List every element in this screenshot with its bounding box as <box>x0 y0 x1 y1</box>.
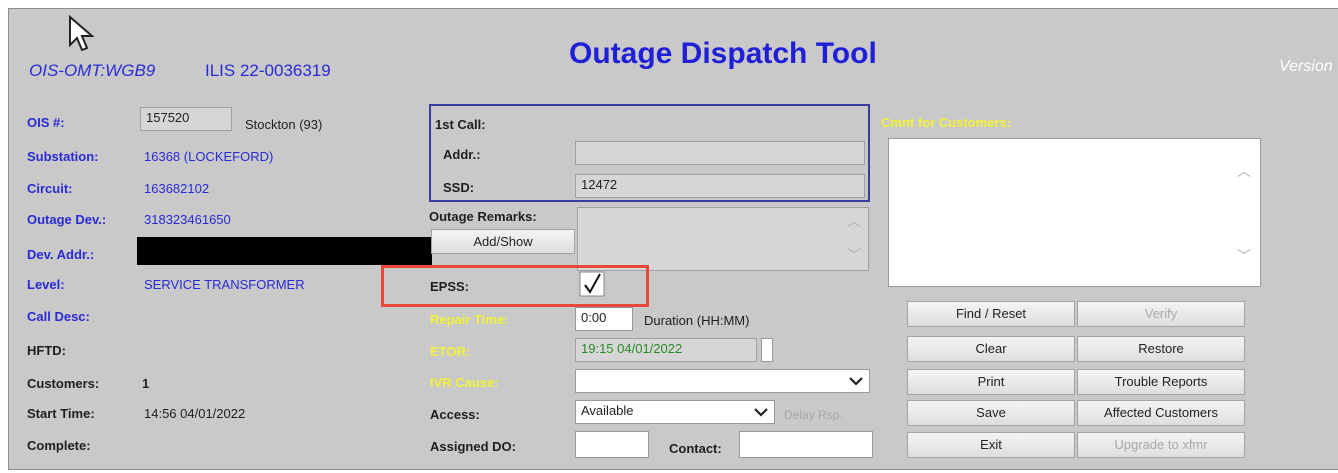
upgrade-xfmr-button[interactable]: Upgrade to xfmr <box>1077 432 1245 458</box>
circuit-value: 163682102 <box>144 181 210 196</box>
epss-highlight <box>381 265 649 307</box>
level-value: SERVICE TRANSFORMER <box>144 277 305 292</box>
access-select[interactable]: Available <box>575 400 775 424</box>
outage-dev-value: 318323461650 <box>144 212 231 227</box>
scroll-down-arrow-icon[interactable]: ﹀ <box>1237 246 1251 266</box>
addr-field[interactable] <box>575 141 865 165</box>
scroll-down-arrow-icon[interactable]: ﹀ <box>847 245 861 265</box>
chevron-down-icon <box>849 377 863 386</box>
start-time-value: 14:56 04/01/2022 <box>144 406 246 421</box>
ssd-label: SSD: <box>443 180 475 195</box>
dev-addr-label: Dev. Addr.: <box>27 247 95 262</box>
outage-remarks-field[interactable] <box>577 207 869 271</box>
repair-time-field[interactable]: 0:00 <box>575 307 633 331</box>
affected-customers-button[interactable]: Affected Customers <box>1077 400 1245 426</box>
restore-button[interactable]: Restore <box>1077 336 1245 362</box>
customers-value: 1 <box>142 376 150 391</box>
scroll-up-arrow-icon[interactable]: ︿ <box>1237 161 1251 181</box>
ssd-field[interactable]: 12472 <box>575 174 865 198</box>
etor-picker-button[interactable] <box>761 338 773 362</box>
page-title: Outage Dispatch Tool <box>569 37 877 70</box>
hftd-label: HFTD: <box>27 343 66 358</box>
etor-label: ETOR: <box>430 344 471 359</box>
substation-value: 16368 (LOCKEFORD) <box>144 149 274 164</box>
substation-label: Substation: <box>27 149 99 164</box>
print-button[interactable]: Print <box>907 369 1075 395</box>
verify-button[interactable]: Verify <box>1077 301 1245 327</box>
customers-label: Customers: <box>27 376 100 391</box>
repair-time-label: Repair Time: <box>430 312 509 327</box>
access-label: Access: <box>430 407 480 422</box>
mouse-pointer-icon <box>69 15 95 52</box>
call-desc-label: Call Desc: <box>27 309 90 324</box>
system-id: OIS-OMT:WGB9 <box>29 61 156 80</box>
chevron-down-icon <box>754 408 768 417</box>
outage-remarks-label: Outage Remarks: <box>429 209 537 224</box>
version-label: Version <box>1279 58 1333 75</box>
ois-label: OIS #: <box>27 115 65 130</box>
cmnt-customers-label: Cmnt for Customers: <box>881 115 1012 130</box>
addr-label: Addr.: <box>443 147 481 162</box>
complete-label: Complete: <box>27 438 91 453</box>
level-label: Level: <box>27 277 65 292</box>
find-reset-button[interactable]: Find / Reset <box>907 301 1075 327</box>
redacted-dev-addr <box>137 237 432 265</box>
ois-number-field[interactable]: 157520 <box>140 107 232 131</box>
etor-field[interactable]: 19:15 04/01/2022 <box>575 338 757 362</box>
clear-button[interactable]: Clear <box>907 336 1075 362</box>
contact-label: Contact: <box>669 441 722 456</box>
circuit-label: Circuit: <box>27 181 73 196</box>
save-button[interactable]: Save <box>907 400 1075 426</box>
cmnt-customers-textarea[interactable] <box>888 138 1261 287</box>
assigned-do-label: Assigned DO: <box>430 439 516 454</box>
scroll-up-arrow-icon[interactable]: ︿ <box>847 211 861 231</box>
outage-dev-label: Outage Dev.: <box>27 212 107 227</box>
assigned-do-field[interactable] <box>575 431 649 458</box>
outage-dispatch-window: OIS-OMT:WGB9 ILIS 22-0036319 Outage Disp… <box>8 8 1338 470</box>
start-time-label: Start Time: <box>27 406 95 421</box>
ilis-number: ILIS 22-0036319 <box>205 61 331 80</box>
ivr-cause-select[interactable] <box>575 369 870 393</box>
ivr-cause-label: IVR Cause: <box>430 375 499 390</box>
exit-button[interactable]: Exit <box>907 432 1075 458</box>
trouble-reports-button[interactable]: Trouble Reports <box>1077 369 1245 395</box>
duration-label: Duration (HH:MM) <box>644 313 750 328</box>
add-show-button[interactable]: Add/Show <box>431 229 575 254</box>
ois-location: Stockton (93) <box>245 117 323 132</box>
contact-field[interactable] <box>739 431 873 458</box>
first-call-label: 1st Call: <box>435 117 486 132</box>
delay-rsp-label[interactable]: Delay Rsp. <box>784 408 843 422</box>
